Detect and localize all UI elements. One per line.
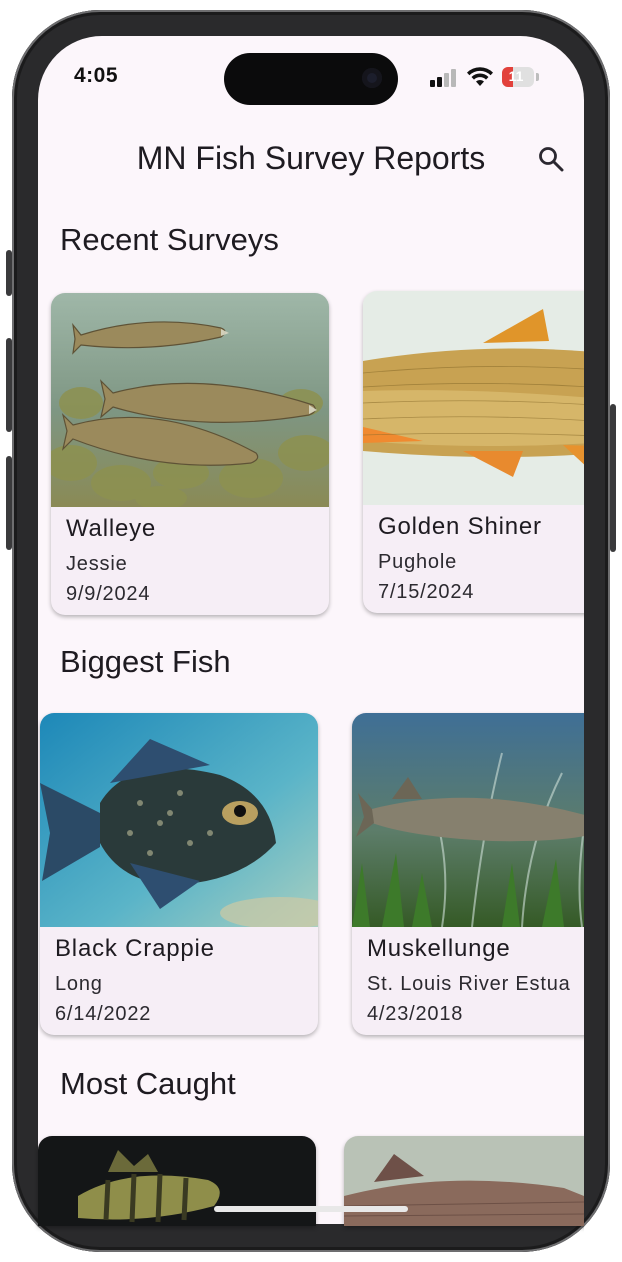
card-species: Black Crappie (55, 935, 215, 962)
card-species: Walleye (66, 515, 157, 542)
survey-card-golden-shiner[interactable]: Golden Shiner Pughole 7/15/2024 (363, 291, 584, 613)
black-crappie-photo (40, 713, 318, 927)
card-species: Golden Shiner (378, 513, 542, 540)
card-location: St. Louis River Estua (367, 973, 571, 995)
card-date: 6/14/2022 (55, 1003, 152, 1025)
biggest-card-black-crappie[interactable]: Black Crappie Long 6/14/2022 (40, 713, 318, 1035)
card-location: Long (55, 973, 103, 995)
card-date: 7/15/2024 (378, 581, 475, 603)
golden-shiner-photo (363, 291, 584, 505)
biggest-card-muskellunge[interactable]: Muskellunge St. Louis River Estua 4/23/2… (352, 713, 584, 1035)
section-title-biggest-fish: Biggest Fish (60, 644, 231, 679)
home-indicator[interactable] (214, 1206, 408, 1212)
card-location: Pughole (378, 551, 457, 573)
card-species: Muskellunge (367, 935, 511, 962)
card-location: Jessie (66, 553, 128, 575)
power-button (610, 404, 616, 552)
card-date: 4/23/2018 (367, 1003, 464, 1025)
muskellunge-photo (352, 713, 584, 927)
card-carousel-area: Walleye Jessie 9/9/2024 Golden Shiner Pu… (0, 0, 584, 1262)
most-caught-card-2[interactable] (344, 1136, 584, 1226)
yellow-perch-photo (38, 1136, 316, 1226)
walleye-photo (51, 293, 329, 507)
survey-card-walleye[interactable]: Walleye Jessie 9/9/2024 (51, 293, 329, 615)
card-date: 9/9/2024 (66, 583, 151, 605)
fish-photo (344, 1136, 584, 1226)
most-caught-card-1[interactable] (38, 1136, 316, 1226)
section-title-most-caught: Most Caught (60, 1066, 236, 1101)
